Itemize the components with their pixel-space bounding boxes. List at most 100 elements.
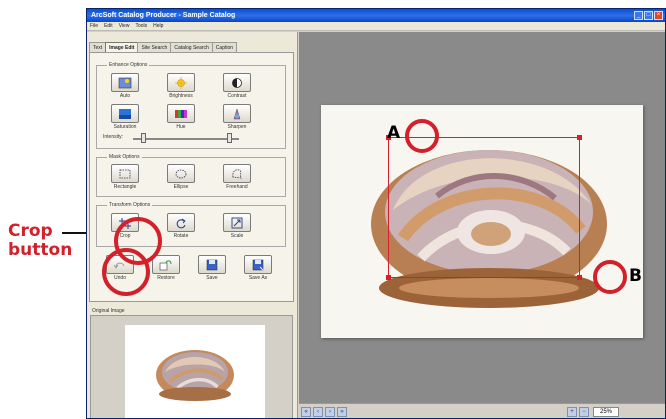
close-button[interactable]: × — [654, 11, 663, 20]
zoom-level-field[interactable]: 25% — [593, 407, 619, 417]
crop-button-annotation: Crop button — [8, 222, 72, 260]
mask-options-group: Mask Options Rectangle Ellipse Freehand — [96, 154, 286, 197]
menu-edit[interactable]: Edit — [104, 23, 113, 29]
intensity-label: Intensity: — [103, 134, 124, 140]
contrast-icon — [232, 77, 242, 88]
zoom-in-icon[interactable]: + — [567, 407, 577, 417]
save-as-button[interactable] — [244, 255, 272, 274]
auto-tool[interactable]: Auto — [105, 73, 145, 99]
original-image-label: Original Image — [92, 308, 125, 314]
saturation-tool[interactable]: Saturation — [105, 104, 145, 130]
last-page-button[interactable]: » — [337, 407, 347, 417]
rectangle-button[interactable] — [111, 164, 139, 183]
rectangle-mask-icon — [119, 169, 131, 178]
contrast-button[interactable] — [223, 73, 251, 92]
crop-button-highlight-circle — [114, 217, 162, 265]
image-canvas[interactable]: A B — [321, 105, 643, 338]
ellipse-mask-icon — [175, 169, 187, 178]
menu-help[interactable]: Help — [153, 23, 163, 29]
auto-icon — [118, 77, 132, 88]
rotate-label: Rotate — [173, 233, 189, 239]
rotate-tool[interactable]: Rotate — [161, 213, 201, 239]
image-workspace[interactable]: A B — [299, 32, 665, 403]
save-label: Save — [206, 275, 218, 281]
maximize-button[interactable]: □ — [644, 11, 653, 20]
intensity-slider-thumb-right[interactable] — [227, 133, 232, 143]
previous-page-button[interactable]: ‹ — [313, 407, 323, 417]
rotate-icon — [176, 218, 186, 228]
saturation-button[interactable] — [111, 104, 139, 123]
minimize-button[interactable]: _ — [634, 11, 643, 20]
brightness-label: Brightness — [169, 93, 193, 99]
save-tool[interactable]: Save — [192, 255, 232, 281]
saturation-label: Saturation — [113, 124, 137, 130]
intensity-slider-thumb-left[interactable] — [141, 133, 146, 143]
menu-tools[interactable]: Tools — [135, 23, 147, 29]
save-as-icon — [252, 259, 264, 270]
image-edit-panel: Enhance Options Auto Brightness Contrast… — [89, 52, 294, 302]
auto-label: Auto — [119, 93, 131, 99]
menu-view[interactable]: View — [119, 23, 130, 29]
zoom-out-icon[interactable]: − — [579, 407, 589, 417]
freehand-tool[interactable]: Freehand — [217, 164, 257, 190]
window-title: ArcSoft Catalog Producer - Sample Catalo… — [91, 12, 236, 19]
sun-icon — [175, 76, 187, 89]
brightness-tool[interactable]: Brightness — [161, 73, 201, 99]
rectangle-label: Rectangle — [113, 184, 137, 190]
save-as-label: Save As — [248, 275, 268, 281]
menu-file[interactable]: File — [90, 23, 98, 29]
crop-annotation-line2: button — [8, 240, 73, 260]
crop-handle-bottom-left[interactable] — [386, 275, 391, 280]
hue-tool[interactable]: Hue — [161, 104, 201, 130]
transform-options-title: Transform Options — [107, 202, 153, 208]
ellipse-tool[interactable]: Ellipse — [161, 164, 201, 190]
enhance-options-group: Enhance Options Auto Brightness Contrast… — [96, 62, 286, 149]
rectangle-tool[interactable]: Rectangle — [105, 164, 145, 190]
marker-b-label: B — [629, 266, 642, 286]
original-image-panel — [90, 315, 293, 418]
sharpen-tool[interactable]: Sharpen — [217, 104, 257, 130]
sharpen-label: Sharpen — [227, 124, 247, 130]
hue-icon — [175, 109, 187, 118]
freehand-mask-icon — [232, 168, 242, 178]
marker-b-circle — [593, 260, 627, 294]
scale-label: Scale — [230, 233, 244, 239]
enhance-options-title: Enhance Options — [107, 62, 150, 68]
hue-button[interactable] — [167, 104, 195, 123]
first-page-button[interactable]: « — [301, 407, 311, 417]
intensity-slider-track[interactable] — [133, 138, 239, 140]
hue-label: Hue — [176, 124, 186, 130]
ellipse-button[interactable] — [167, 164, 195, 183]
ring-thumbnail-image — [156, 350, 234, 401]
scale-button[interactable] — [223, 213, 251, 232]
save-button[interactable] — [198, 255, 226, 274]
next-page-button[interactable]: › — [325, 407, 335, 417]
brightness-button[interactable] — [167, 73, 195, 92]
crop-handle-bottom-right[interactable] — [577, 275, 582, 280]
crop-handle-top-right[interactable] — [577, 135, 582, 140]
marker-a-label: A — [387, 123, 401, 143]
saturation-icon — [119, 108, 131, 119]
title-bar: ArcSoft Catalog Producer - Sample Catalo… — [87, 9, 665, 22]
window-controls: _ □ × — [634, 11, 665, 20]
scale-tool[interactable]: Scale — [217, 213, 257, 239]
mask-options-title: Mask Options — [107, 154, 142, 160]
rotate-button[interactable] — [167, 213, 195, 232]
floppy-disk-icon — [206, 259, 218, 270]
freehand-button[interactable] — [223, 164, 251, 183]
sharpen-icon — [233, 107, 241, 119]
sharpen-button[interactable] — [223, 104, 251, 123]
app-window: ArcSoft Catalog Producer - Sample Catalo… — [86, 8, 666, 419]
screenshot-stage: Crop button ArcSoft Catalog Producer - S… — [0, 0, 666, 419]
freehand-label: Freehand — [226, 184, 248, 190]
scale-icon — [231, 217, 243, 228]
marker-a-circle — [405, 119, 439, 153]
crop-selection-rectangle[interactable] — [388, 137, 580, 278]
restore-button[interactable] — [152, 255, 180, 274]
restore-label: Restore — [157, 275, 175, 281]
save-as-tool[interactable]: Save As — [238, 255, 278, 281]
auto-button[interactable] — [111, 73, 139, 92]
menu-bar: File Edit View Tools Help — [87, 22, 665, 31]
status-bar: « ‹ › » + − 25% — [299, 403, 665, 418]
contrast-tool[interactable]: Contrast — [217, 73, 257, 99]
